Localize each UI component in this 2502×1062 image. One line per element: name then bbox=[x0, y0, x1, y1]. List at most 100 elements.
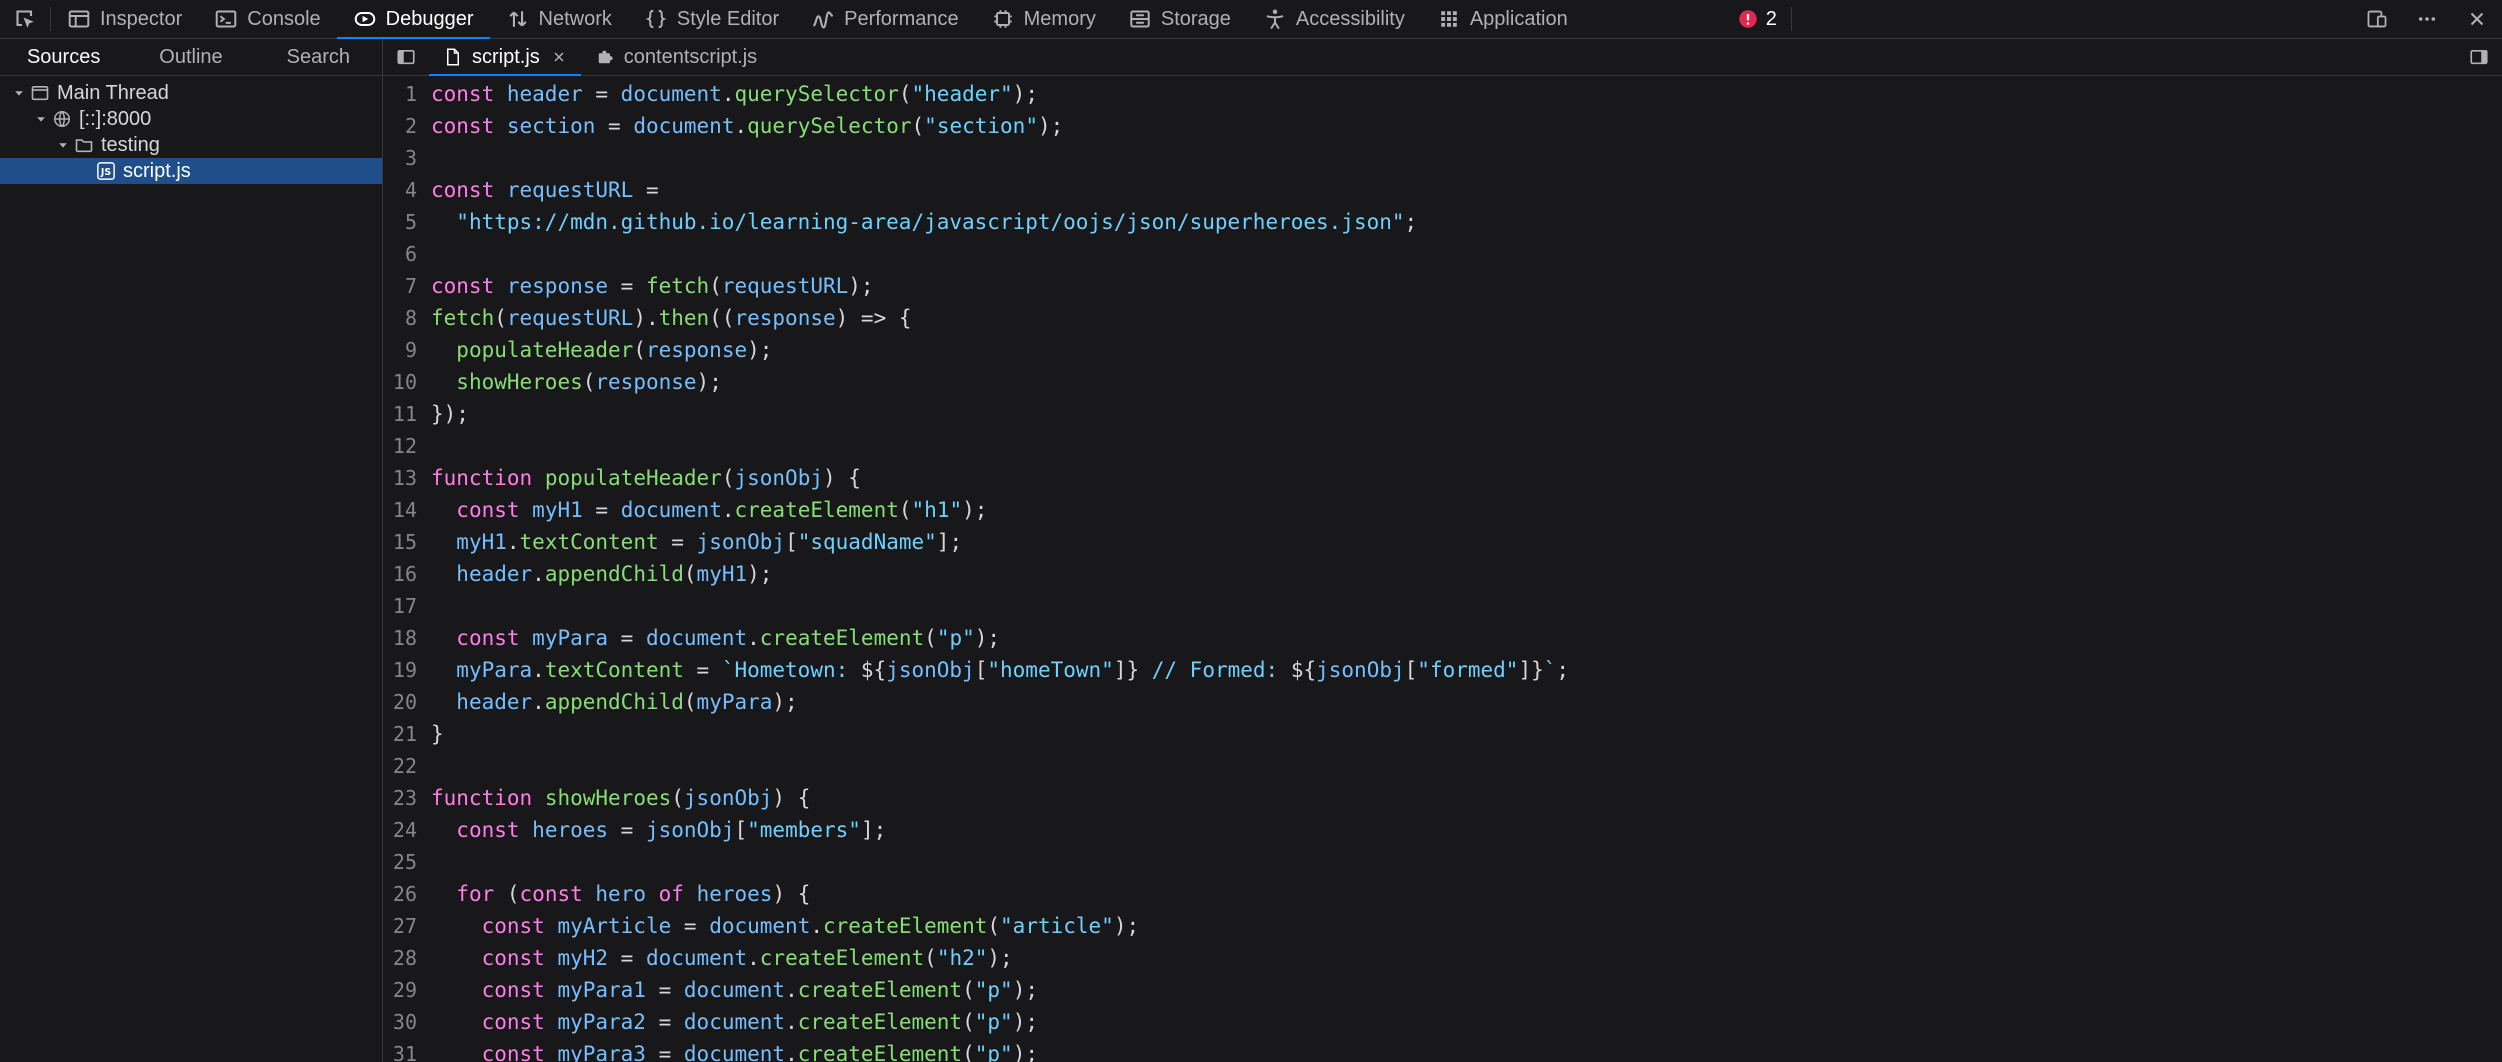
code-line-text[interactable]: function showHeroes(jsonObj) { bbox=[431, 782, 810, 814]
line-number[interactable]: 4 bbox=[383, 174, 431, 206]
code-line-text[interactable]: const myPara1 = document.createElement("… bbox=[431, 974, 1038, 1006]
code-line-text[interactable]: const myH1 = document.createElement("h1"… bbox=[431, 494, 987, 526]
line-number[interactable]: 19 bbox=[383, 654, 431, 686]
code-line-text[interactable]: for (const hero of heroes) { bbox=[431, 878, 810, 910]
code-line-text[interactable]: myPara.textContent = `Hometown: ${jsonOb… bbox=[431, 654, 1569, 686]
code-line-text[interactable]: const myPara = document.createElement("p… bbox=[431, 622, 1000, 654]
line-number[interactable]: 6 bbox=[383, 238, 431, 270]
code-token: populateHeader bbox=[545, 466, 722, 490]
code-token: ( bbox=[962, 1010, 975, 1034]
panel-tab-sources[interactable]: Sources bbox=[0, 39, 127, 75]
tab-accessibility[interactable]: Accessibility bbox=[1247, 0, 1421, 38]
line-number[interactable]: 25 bbox=[383, 846, 431, 878]
code-line-text[interactable]: populateHeader(response); bbox=[431, 334, 772, 366]
panel-tab-search[interactable]: Search bbox=[255, 39, 382, 75]
code-line-text[interactable]: fetch(requestURL).then((response) => { bbox=[431, 302, 912, 334]
source-tab-contentscript-js[interactable]: contentscript.js bbox=[581, 39, 771, 75]
line-number[interactable]: 29 bbox=[383, 974, 431, 1006]
code-line-text[interactable]: const header = document.querySelector("h… bbox=[431, 78, 1038, 110]
responsive-design-mode-button[interactable] bbox=[2352, 0, 2402, 38]
code-line-text[interactable]: const heroes = jsonObj["members"]; bbox=[431, 814, 886, 846]
line-number[interactable]: 16 bbox=[383, 558, 431, 590]
code-line-text[interactable]: function populateHeader(jsonObj) { bbox=[431, 462, 861, 494]
devtools-window: InspectorConsoleDebuggerNetworkStyle Edi… bbox=[0, 0, 2502, 1062]
line-number[interactable]: 11 bbox=[383, 398, 431, 430]
line-number[interactable]: 12 bbox=[383, 430, 431, 462]
code-line-text[interactable]: header.appendChild(myPara); bbox=[431, 686, 798, 718]
code-line-text[interactable]: "https://mdn.github.io/learning-area/jav… bbox=[431, 206, 1417, 238]
sources-panel-toggle-button[interactable] bbox=[383, 39, 429, 75]
code-line-text[interactable]: const requestURL = bbox=[431, 174, 659, 206]
line-number[interactable]: 8 bbox=[383, 302, 431, 334]
line-number[interactable]: 5 bbox=[383, 206, 431, 238]
code-line-text[interactable]: const section = document.querySelector("… bbox=[431, 110, 1063, 142]
line-number[interactable]: 2 bbox=[383, 110, 431, 142]
error-count-badge[interactable]: 2 bbox=[1724, 0, 1791, 38]
code-token: ]; bbox=[861, 818, 886, 842]
tab-memory[interactable]: Memory bbox=[975, 0, 1112, 38]
code-token: `Hometown: bbox=[722, 658, 861, 682]
code-token: ); bbox=[848, 274, 873, 298]
code-line-text[interactable]: const myPara2 = document.createElement("… bbox=[431, 1006, 1038, 1038]
tab-storage[interactable]: Storage bbox=[1112, 0, 1247, 38]
close-toolbox-button[interactable] bbox=[2452, 0, 2502, 38]
tab-inspector[interactable]: Inspector bbox=[51, 0, 198, 38]
line-number[interactable]: 10 bbox=[383, 366, 431, 398]
tab-application[interactable]: Application bbox=[1421, 0, 1584, 38]
line-number[interactable]: 14 bbox=[383, 494, 431, 526]
chevron-down-icon[interactable] bbox=[8, 85, 30, 101]
code-token: ; bbox=[1405, 210, 1418, 234]
chevron-down-icon[interactable] bbox=[30, 111, 52, 127]
code-line: 9 populateHeader(response); bbox=[383, 334, 2502, 366]
tab-network[interactable]: Network bbox=[490, 0, 628, 38]
chevron-down-icon[interactable] bbox=[52, 137, 74, 153]
tab-close-button[interactable] bbox=[551, 49, 567, 65]
line-number[interactable]: 17 bbox=[383, 590, 431, 622]
node-picker-button[interactable] bbox=[0, 0, 50, 38]
code-line-text[interactable]: const myPara3 = document.createElement("… bbox=[431, 1038, 1038, 1062]
settings-menu-button[interactable] bbox=[2402, 0, 2452, 38]
code-line-text[interactable]: } bbox=[431, 718, 444, 750]
code-token: ) => { bbox=[836, 306, 912, 330]
source-tab-script-js[interactable]: script.js bbox=[429, 39, 581, 75]
tab-style-editor[interactable]: Style Editor bbox=[628, 0, 795, 38]
tree-item-script-js[interactable]: JSscript.js bbox=[0, 158, 382, 184]
code-token: const bbox=[482, 946, 545, 970]
line-number[interactable]: 22 bbox=[383, 750, 431, 782]
tree-item--8000[interactable]: [::]:8000 bbox=[0, 106, 382, 132]
code-line-text[interactable]: const myArticle = document.createElement… bbox=[431, 910, 1139, 942]
line-number[interactable]: 21 bbox=[383, 718, 431, 750]
line-number[interactable]: 23 bbox=[383, 782, 431, 814]
line-number[interactable]: 7 bbox=[383, 270, 431, 302]
code-line-text[interactable]: showHeroes(response); bbox=[431, 366, 722, 398]
line-number[interactable]: 3 bbox=[383, 142, 431, 174]
line-number[interactable]: 27 bbox=[383, 910, 431, 942]
tab-debugger[interactable]: Debugger bbox=[337, 0, 490, 38]
code-line-text[interactable]: const response = fetch(requestURL); bbox=[431, 270, 874, 302]
tab-console[interactable]: Console bbox=[198, 0, 336, 38]
panel-tab-outline[interactable]: Outline bbox=[127, 39, 254, 75]
collapse-panes-button[interactable] bbox=[2456, 39, 2502, 75]
line-number[interactable]: 1 bbox=[383, 78, 431, 110]
tree-item-testing[interactable]: testing bbox=[0, 132, 382, 158]
code-token: . bbox=[734, 114, 747, 138]
code-line-text[interactable]: header.appendChild(myH1); bbox=[431, 558, 772, 590]
line-number[interactable]: 18 bbox=[383, 622, 431, 654]
line-number[interactable]: 24 bbox=[383, 814, 431, 846]
code-token: . bbox=[747, 626, 760, 650]
code-line-text[interactable]: myH1.textContent = jsonObj["squadName"]; bbox=[431, 526, 962, 558]
line-number[interactable]: 13 bbox=[383, 462, 431, 494]
line-number[interactable]: 26 bbox=[383, 878, 431, 910]
tab-performance[interactable]: Performance bbox=[795, 0, 975, 38]
line-number[interactable]: 9 bbox=[383, 334, 431, 366]
code-line-text[interactable]: }); bbox=[431, 398, 469, 430]
tree-item-main-thread[interactable]: Main Thread bbox=[0, 80, 382, 106]
console-icon bbox=[214, 7, 238, 31]
code-line-text[interactable]: const myH2 = document.createElement("h2"… bbox=[431, 942, 1013, 974]
line-number[interactable]: 15 bbox=[383, 526, 431, 558]
line-number[interactable]: 20 bbox=[383, 686, 431, 718]
line-number[interactable]: 31 bbox=[383, 1038, 431, 1062]
line-number[interactable]: 28 bbox=[383, 942, 431, 974]
line-number[interactable]: 30 bbox=[383, 1006, 431, 1038]
code-token: ( bbox=[709, 274, 722, 298]
